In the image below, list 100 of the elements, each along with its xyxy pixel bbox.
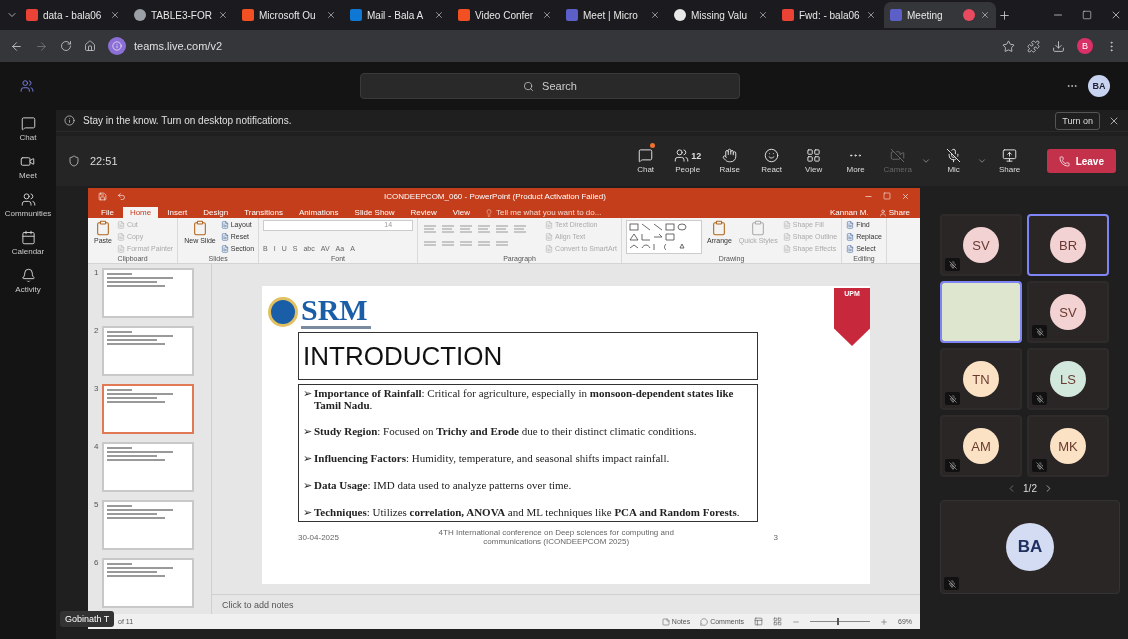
- back-icon[interactable]: [10, 39, 23, 53]
- reload-icon[interactable]: [60, 40, 72, 52]
- ribbon-icon: [545, 233, 554, 241]
- meeting-control[interactable]: More: [836, 139, 875, 183]
- participant-tile[interactable]: AM: [940, 415, 1022, 477]
- activity-icon: [20, 268, 36, 283]
- close-icon[interactable]: [542, 10, 552, 20]
- logo-subtitle-drawing: [301, 325, 371, 329]
- lightbulb-icon: [485, 208, 494, 217]
- rail-item[interactable]: Calendar: [11, 230, 45, 256]
- forward-icon[interactable]: [35, 39, 48, 53]
- browser-tab[interactable]: Missing Valu: [668, 2, 774, 28]
- slide-number: 6: [94, 558, 99, 569]
- browser-tab[interactable]: Meeting: [884, 2, 996, 28]
- tab-title: Microsoft Ou: [259, 9, 317, 21]
- new-tab-icon[interactable]: [998, 8, 1011, 22]
- slide-thumbnail[interactable]: [102, 268, 195, 318]
- participant-tile[interactable]: SV: [940, 214, 1022, 276]
- close-icon[interactable]: [758, 10, 768, 20]
- browser-tab[interactable]: TABLE3-FOR: [128, 2, 234, 28]
- close-icon[interactable]: [218, 10, 228, 20]
- close-icon[interactable]: [326, 10, 336, 20]
- tab-title: TABLE3-FOR: [151, 9, 213, 21]
- ribbon-tab[interactable]: Transitions: [237, 207, 290, 218]
- participant-tile[interactable]: TN: [940, 348, 1022, 410]
- rail-item[interactable]: Communities: [4, 192, 52, 218]
- tab-title: data - bala06: [43, 9, 103, 21]
- extensions-icon[interactable]: [1027, 39, 1040, 53]
- close-icon[interactable]: [650, 10, 660, 20]
- ribbon-tab[interactable]: Review: [403, 207, 444, 218]
- meeting-control[interactable]: Mic: [934, 139, 973, 183]
- slide-thumbnail[interactable]: [102, 500, 195, 550]
- site-info-icon[interactable]: [108, 37, 126, 55]
- browser-tab[interactable]: Microsoft Ou: [236, 2, 342, 28]
- participant-avatar: AM: [963, 428, 999, 464]
- rail-item[interactable]: Meet: [19, 154, 37, 180]
- browser-tab[interactable]: data - bala06: [20, 2, 126, 28]
- ribbon-tab[interactable]: View: [445, 207, 478, 218]
- address-field[interactable]: teams.live.com/v2: [134, 40, 223, 52]
- bullet-text: Techniques: Utilizes correlation, ANOVA and ML techniques like PCA and Random Forests.: [314, 506, 740, 519]
- ribbon-tab[interactable]: Design: [196, 207, 236, 218]
- close-icon[interactable]: [434, 10, 444, 20]
- leave-button[interactable]: Leave: [1046, 149, 1116, 173]
- close-icon[interactable]: [980, 10, 990, 20]
- zoom-in-icon[interactable]: [880, 617, 888, 626]
- maximize-icon[interactable]: [1082, 10, 1092, 20]
- meeting-control[interactable]: React: [752, 139, 791, 183]
- ribbon-tab[interactable]: Slide Show: [347, 207, 402, 218]
- browser-tab[interactable]: Video Confer: [452, 2, 558, 28]
- close-icon[interactable]: [110, 10, 120, 20]
- bullet-marker: ➢: [303, 479, 312, 492]
- slide-number: 5: [94, 500, 99, 511]
- slide-thumbnail[interactable]: [102, 384, 195, 434]
- browser-tab[interactable]: Mail - Bala A: [344, 2, 450, 28]
- share-button[interactable]: Share: [874, 207, 914, 218]
- ribbon-icon: [191, 220, 208, 236]
- ribbon-tab[interactable]: Home: [122, 207, 159, 218]
- meeting-control[interactable]: Chat: [626, 139, 665, 183]
- slide-page-number: 3: [773, 532, 778, 542]
- rail-item[interactable]: Activity: [15, 268, 41, 294]
- undo-icon[interactable]: [117, 191, 126, 201]
- download-icon[interactable]: [1052, 39, 1065, 53]
- chat-icon: [20, 116, 36, 131]
- participant-tile[interactable]: SV: [1027, 281, 1109, 343]
- meeting-control[interactable]: Raise: [710, 139, 749, 183]
- sorter-view-icon[interactable]: [773, 617, 782, 626]
- participant-tile[interactable]: LS: [1027, 348, 1109, 410]
- home-icon[interactable]: [84, 40, 96, 52]
- logo-text: SRM: [301, 295, 369, 324]
- meeting-control[interactable]: View: [794, 139, 833, 183]
- tell-me-field[interactable]: Tell me what you want to do...: [479, 207, 608, 218]
- close-icon[interactable]: [866, 10, 876, 20]
- presenter-name: Gobinath T: [60, 611, 115, 627]
- participant-avatar: BA: [1006, 523, 1054, 571]
- self-tile[interactable]: BA: [940, 500, 1120, 594]
- caret-icon[interactable]: [976, 156, 987, 166]
- search-field[interactable]: Search: [360, 73, 740, 99]
- slide-thumbnail[interactable]: [102, 326, 195, 376]
- ribbon-icon: [94, 220, 111, 236]
- browser-tab[interactable]: Meet | Micro: [560, 2, 666, 28]
- ribbon-tab[interactable]: Insert: [160, 207, 195, 218]
- meeting-control[interactable]: Share: [990, 139, 1029, 183]
- participant-tile[interactable]: BR: [1027, 214, 1109, 276]
- slide-thumbnail[interactable]: [102, 558, 195, 608]
- logo-emblem-icon: [268, 297, 298, 327]
- ribbon-tab[interactable]: Animations: [292, 207, 346, 218]
- profile-avatar[interactable]: B: [1077, 38, 1093, 54]
- slide-thumbnail[interactable]: [102, 442, 195, 492]
- meeting-control[interactable]: 12 People: [668, 139, 707, 183]
- turn-on-button[interactable]: Turn on: [1055, 111, 1100, 130]
- bookmark-icon[interactable]: [1002, 39, 1015, 53]
- rail-item[interactable]: Chat: [19, 116, 37, 142]
- normal-view-icon[interactable]: [754, 617, 763, 626]
- save-icon[interactable]: [98, 191, 107, 201]
- close-icon[interactable]: [1110, 9, 1122, 21]
- user-avatar[interactable]: BA: [1088, 75, 1110, 97]
- participant-tile[interactable]: MK: [1027, 415, 1109, 477]
- browser-tab[interactable]: Fwd: - bala06: [776, 2, 882, 28]
- slide-number: 3: [94, 384, 99, 395]
- ribbon-tab[interactable]: File: [94, 207, 121, 218]
